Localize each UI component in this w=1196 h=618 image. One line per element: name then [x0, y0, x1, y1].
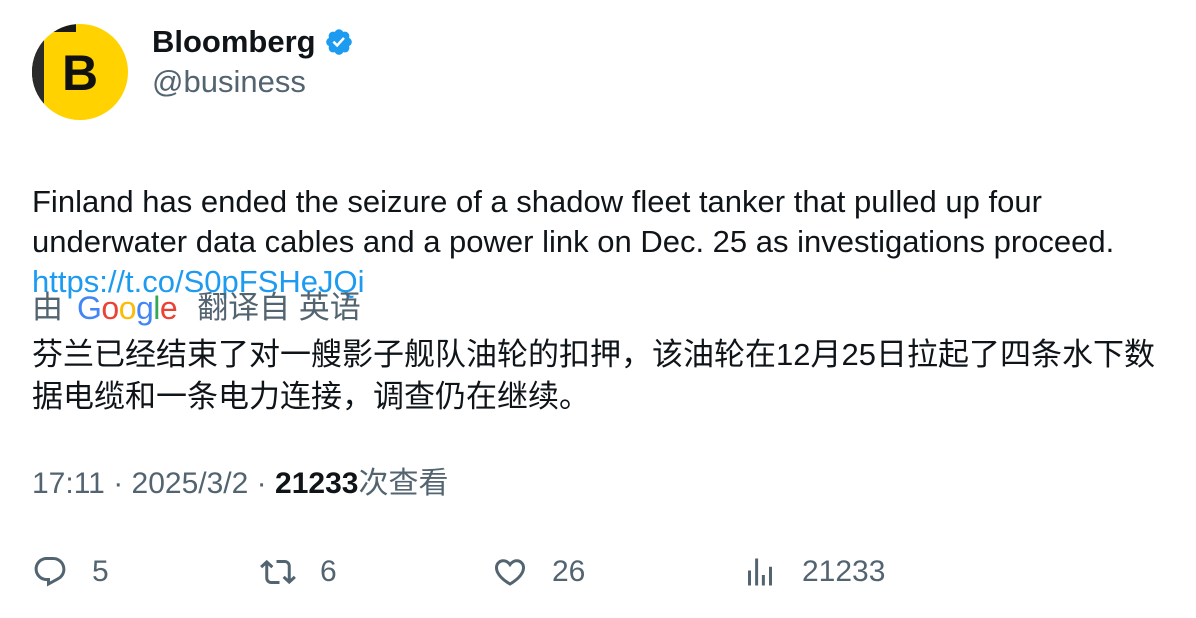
views-button[interactable]: 21233 [742, 550, 885, 594]
author-handle[interactable]: @business [152, 62, 306, 102]
reply-button[interactable]: 5 [32, 550, 109, 594]
views-icon [748, 558, 772, 586]
tweet-body: Finland has ended the seizure of a shado… [32, 184, 1115, 259]
meta-separator: · [113, 467, 124, 500]
author-name[interactable]: Bloomberg [152, 22, 316, 62]
verified-badge-icon [324, 27, 354, 57]
tweet-date[interactable]: 2025/3/2 [132, 467, 249, 500]
svg-text:B: B [62, 45, 98, 101]
retweet-icon [260, 559, 296, 585]
translated-text: 芬兰已经结束了对一艘影子舰队油轮的扣押，该油轮在12月25日拉起了四条水下数据电… [32, 337, 1155, 414]
translation-attribution: 由 Google 翻译自 英语 [32, 286, 361, 330]
retweet-count: 6 [320, 555, 337, 588]
reply-count: 5 [92, 555, 109, 588]
google-logo: Google [77, 290, 178, 326]
meta-separator: · [256, 467, 267, 500]
like-count: 26 [552, 555, 586, 588]
translated-from-label[interactable]: 翻译自 英语 [197, 286, 361, 330]
tweet-meta: 17:11 · 2025/3/2 · 21233次查看 [32, 464, 448, 504]
retweet-button[interactable]: 6 [260, 550, 337, 594]
views-action-count: 21233 [802, 555, 886, 588]
author-name-row[interactable]: Bloomberg [152, 22, 354, 62]
views-label: 次查看 [358, 467, 449, 500]
views-count: 21233 [275, 467, 359, 500]
bloomberg-logo: B [32, 24, 128, 120]
avatar[interactable]: B [32, 24, 128, 120]
tweet-time[interactable]: 17:11 [32, 467, 105, 500]
reply-icon [34, 557, 66, 587]
like-icon [494, 559, 526, 586]
like-button[interactable]: 26 [492, 550, 585, 594]
action-bar: 5 6 26 21233 [32, 550, 1172, 594]
translated-by-label: 由 [32, 290, 63, 325]
